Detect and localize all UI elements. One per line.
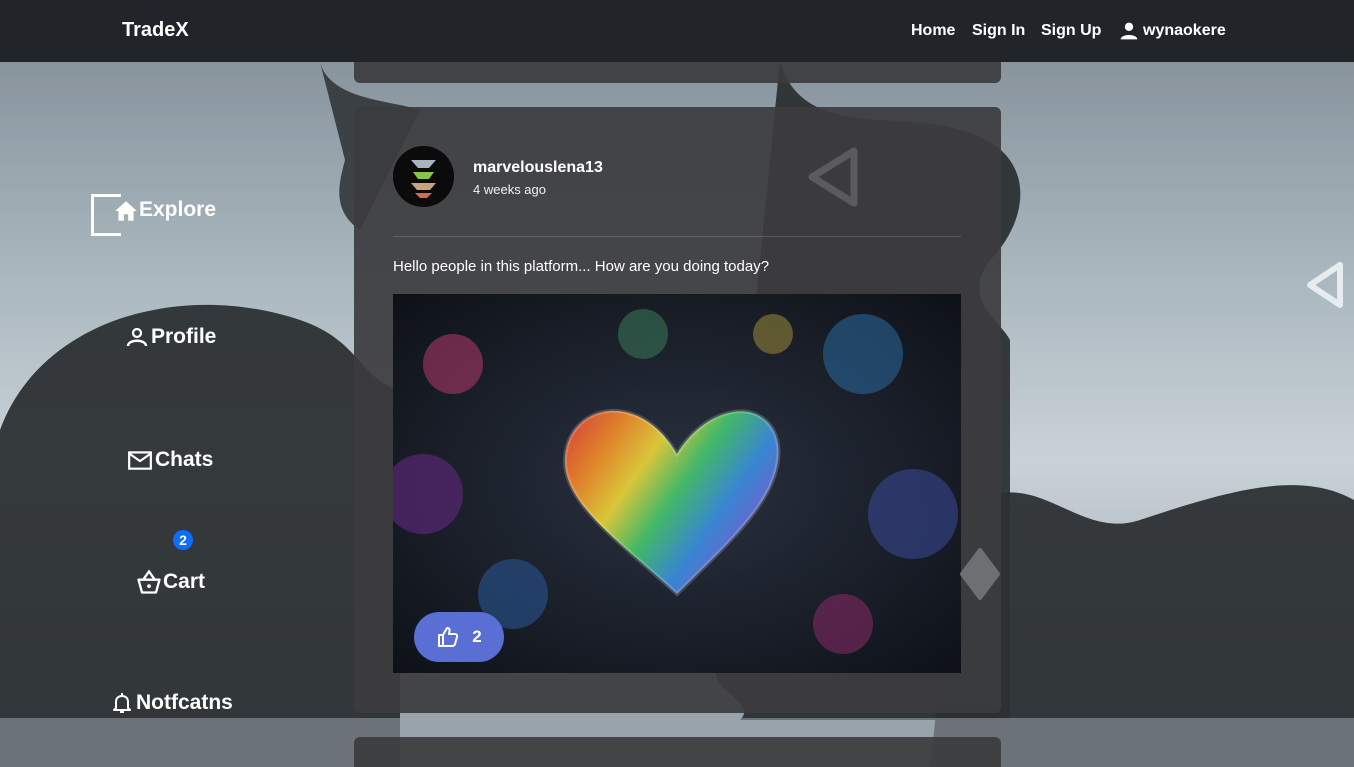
bell-icon — [113, 693, 131, 713]
nav-user-menu[interactable]: wynaokere — [1119, 21, 1226, 41]
nav-username: wynaokere — [1143, 22, 1226, 39]
post-timestamp: 4 weeks ago — [473, 182, 546, 197]
avatar-image — [393, 146, 454, 207]
sidebar-item-label: Cart — [163, 570, 206, 593]
like-count: 2 — [472, 627, 482, 646]
nav-sign-up-link[interactable]: Sign Up — [1041, 22, 1101, 40]
sidebar-item-profile[interactable]: Profile — [125, 325, 216, 349]
sidebar-item-label: Explore — [139, 198, 217, 221]
sidebar-item-chats[interactable]: Chats — [127, 447, 213, 473]
person-icon — [1120, 22, 1138, 40]
person-icon — [126, 327, 148, 347]
sidebar-item-explore[interactable]: Explore — [91, 194, 217, 236]
post-card-next — [354, 737, 1001, 767]
active-indicator — [91, 194, 121, 236]
sidebar-item-cart[interactable]: Cart — [135, 568, 205, 596]
sidebar-item-label: Chats — [155, 448, 214, 471]
sidebar-item-notifications[interactable]: Notfcatns — [110, 690, 233, 716]
mail-icon — [128, 451, 152, 470]
nav-sign-in-link[interactable]: Sign In — [972, 22, 1025, 40]
thumbs-up-icon — [438, 627, 459, 647]
sidebar-item-label: Notfcatns — [136, 691, 233, 714]
play-shape-decoration — [808, 147, 858, 207]
post-text: Hello people in this platform... How are… — [393, 258, 770, 275]
basket-icon — [137, 569, 161, 594]
cart-count-badge: 2 — [173, 530, 193, 550]
post-username[interactable]: marvelouslena13 — [473, 159, 603, 177]
sidebar-item-label: Profile — [151, 325, 217, 348]
diamond-decoration — [960, 548, 1000, 600]
post-divider — [393, 236, 961, 237]
brand-logo[interactable]: TradeX — [122, 19, 189, 42]
top-navbar: TradeX Home Sign In Sign Up wynaokere — [0, 0, 1354, 62]
like-button[interactable]: 2 — [414, 612, 504, 662]
user-avatar[interactable] — [393, 146, 454, 207]
post-card: marvelouslena13 4 weeks ago Hello people… — [354, 107, 1001, 713]
nav-home-link[interactable]: Home — [911, 22, 955, 40]
